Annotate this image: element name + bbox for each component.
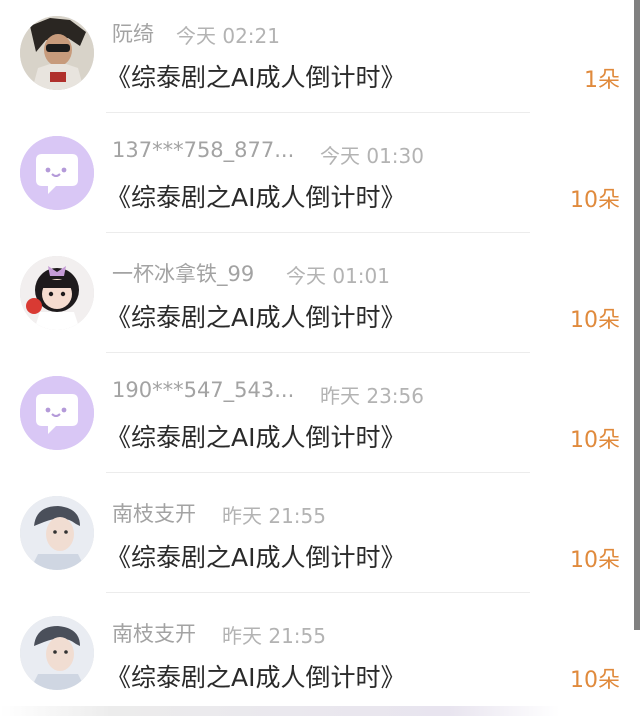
list-item[interactable]: 一杯冰拿铁_99 今天 01:01 《综泰剧之AI成人倒计时》 10朵 — [0, 240, 640, 360]
drama-title: 《综泰剧之AI成人倒计时》 — [106, 63, 406, 92]
timestamp: 昨天 21:55 — [222, 504, 326, 528]
list-item[interactable]: 南枝支开 昨天 21:55 《综泰剧之AI成人倒计时》 10朵 — [0, 600, 640, 720]
timestamp: 昨天 21:55 — [222, 624, 326, 648]
photo-avatar-icon — [20, 496, 94, 570]
drama-title: 《综泰剧之AI成人倒计时》 — [106, 183, 406, 212]
scrollbar[interactable] — [634, 0, 640, 630]
chat-bubble-icon — [20, 376, 94, 450]
divider — [106, 592, 530, 593]
sender-name: 南枝支开 — [112, 502, 196, 526]
chat-bubble-icon — [20, 136, 94, 210]
divider — [106, 352, 530, 353]
sender-name: 南枝支开 — [112, 622, 196, 646]
list-item[interactable]: 190***547_543... 昨天 23:56 《综泰剧之AI成人倒计时》 … — [0, 360, 640, 480]
sender-name: 一杯冰拿铁_99 — [112, 262, 255, 286]
list-item[interactable]: 阮绮 今天 02:21 《综泰剧之AI成人倒计时》 1朵 — [0, 0, 640, 120]
gift-count: 1朵 — [584, 68, 620, 93]
avatar[interactable] — [20, 16, 94, 90]
gift-count: 10朵 — [570, 308, 620, 333]
cartoon-girl-avatar-icon — [20, 256, 94, 330]
divider — [106, 112, 530, 113]
timestamp: 今天 02:21 — [176, 24, 280, 48]
bottom-fade — [0, 706, 560, 716]
gift-count: 10朵 — [570, 548, 620, 573]
avatar[interactable] — [20, 376, 94, 450]
divider — [106, 472, 530, 473]
timestamp: 昨天 23:56 — [320, 384, 424, 408]
drama-title: 《综泰剧之AI成人倒计时》 — [106, 423, 406, 452]
avatar[interactable] — [20, 256, 94, 330]
divider — [106, 232, 530, 233]
list-item[interactable]: 137***758_877... 今天 01:30 《综泰剧之AI成人倒计时》 … — [0, 120, 640, 240]
avatar[interactable] — [20, 496, 94, 570]
gift-count: 10朵 — [570, 668, 620, 693]
drama-title: 《综泰剧之AI成人倒计时》 — [106, 303, 406, 332]
drama-title: 《综泰剧之AI成人倒计时》 — [106, 663, 406, 692]
timestamp: 今天 01:30 — [320, 144, 424, 168]
photo-avatar-icon — [20, 616, 94, 690]
sender-name: 阮绮 — [112, 22, 154, 46]
list-item[interactable]: 南枝支开 昨天 21:55 《综泰剧之AI成人倒计时》 10朵 — [0, 480, 640, 600]
gift-count: 10朵 — [570, 188, 620, 213]
gift-message-list: 阮绮 今天 02:21 《综泰剧之AI成人倒计时》 1朵 137***758_8… — [0, 0, 640, 716]
timestamp: 今天 01:01 — [286, 264, 390, 288]
photo-avatar-icon — [20, 16, 94, 90]
avatar[interactable] — [20, 616, 94, 690]
avatar[interactable] — [20, 136, 94, 210]
drama-title: 《综泰剧之AI成人倒计时》 — [106, 543, 406, 572]
sender-name: 190***547_543... — [112, 378, 295, 402]
sender-name: 137***758_877... — [112, 138, 295, 162]
gift-count: 10朵 — [570, 428, 620, 453]
